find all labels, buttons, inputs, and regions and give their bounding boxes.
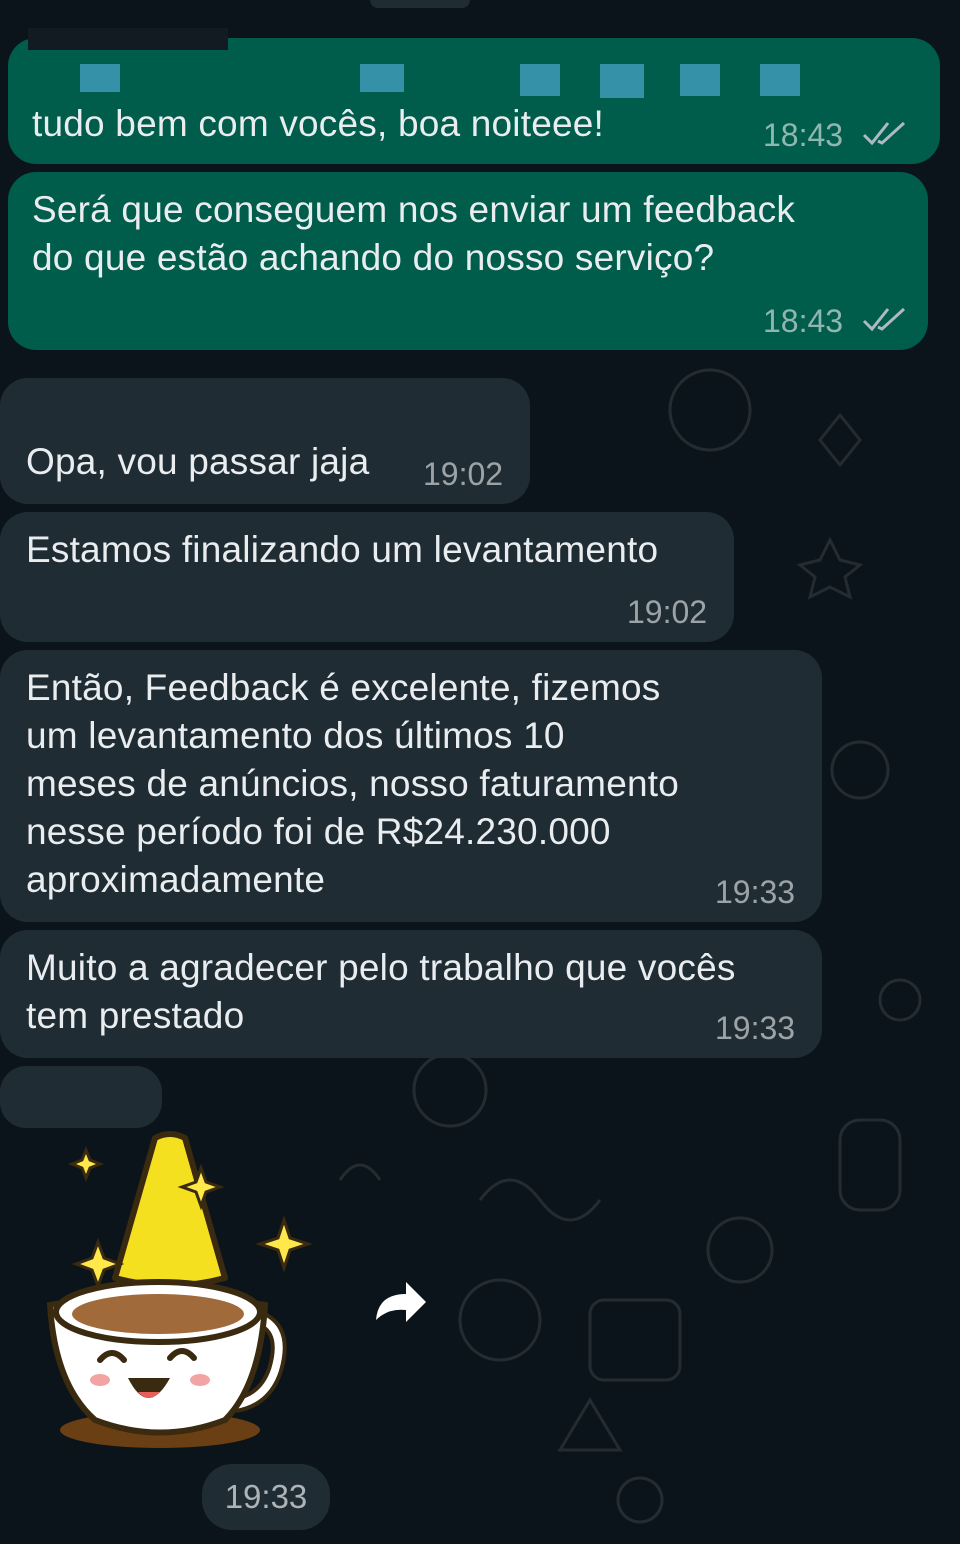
message-text: do que estão achando do nosso serviço? xyxy=(32,237,715,278)
redaction-block xyxy=(600,64,644,98)
message-text: um levantamento dos últimos 10 xyxy=(26,715,565,756)
sticker-time: 19:33 xyxy=(202,1464,330,1530)
forward-icon[interactable] xyxy=(370,1276,430,1326)
message-time: 19:33 xyxy=(715,1010,796,1046)
message-text: tudo bem com vocês, boa noiteee! xyxy=(32,103,605,144)
incoming-message[interactable]: Muito a agradecer pelo trabalho que você… xyxy=(0,930,822,1058)
message-text: tem prestado xyxy=(26,995,245,1036)
message-text: Estamos finalizando um levantamento xyxy=(26,529,659,570)
redaction-block xyxy=(28,28,228,50)
outgoing-message[interactable]: tudo bem com vocês, boa noiteee! 18:43 xyxy=(8,28,940,164)
message-text: aproximadamente xyxy=(26,859,326,900)
double-check-icon xyxy=(862,307,906,332)
message-time: 19:02 xyxy=(627,594,708,630)
redaction-block xyxy=(680,64,720,96)
message-time: 19:02 xyxy=(423,456,504,492)
message-time: 18:43 xyxy=(763,303,844,339)
outgoing-message[interactable]: Será que conseguem nos enviar um feedbac… xyxy=(8,172,928,350)
redaction-block xyxy=(520,64,560,96)
message-text: Muito a agradecer pelo trabalho que você… xyxy=(26,947,736,988)
message-text: nesse período foi de R$24.230.000 xyxy=(26,811,611,852)
message-text: Opa, vou passar jaja xyxy=(26,441,370,482)
redacted-sender-bubble xyxy=(0,1066,162,1128)
message-text: Então, Feedback é excelente, fizemos xyxy=(26,667,661,708)
top-indicator xyxy=(370,0,470,8)
redaction-block xyxy=(760,64,800,96)
message-text: meses de anúncios, nosso faturamento xyxy=(26,763,680,804)
message-text: Será que conseguem nos enviar um feedbac… xyxy=(32,189,796,230)
redaction-block xyxy=(80,64,120,92)
message-time: 18:43 xyxy=(763,117,844,153)
coffee-cup-wizard-sticker[interactable] xyxy=(20,1130,320,1460)
double-check-icon xyxy=(862,121,906,146)
incoming-message[interactable]: Então, Feedback é excelente, fizemos um … xyxy=(0,650,822,922)
incoming-message[interactable]: Estamos finalizando um levantamento 19:0… xyxy=(0,512,734,642)
incoming-message[interactable]: Opa, vou passar jaja 19:02 xyxy=(0,378,530,504)
redaction-block xyxy=(360,64,404,92)
message-time: 19:33 xyxy=(715,874,796,910)
